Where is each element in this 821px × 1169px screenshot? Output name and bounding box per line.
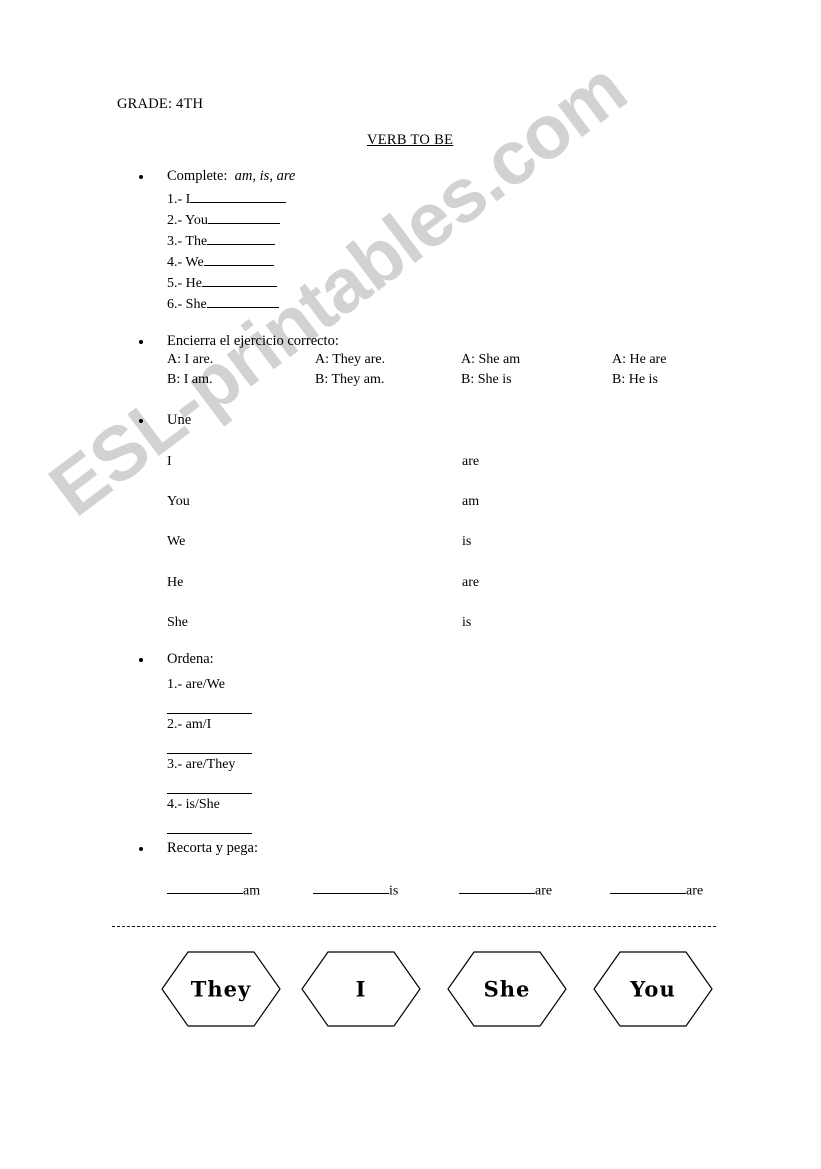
exercise3-left-1[interactable]: I bbox=[167, 454, 172, 470]
exercise2-col1-option-b[interactable]: B: I am. bbox=[167, 372, 213, 388]
exercise3-right-1[interactable]: are bbox=[462, 454, 479, 470]
exercise3-left-3[interactable]: We bbox=[167, 534, 185, 550]
exercise1-item-2-label: 2.- You bbox=[167, 213, 208, 229]
exercise1-item-4-label: 4.- We bbox=[167, 255, 204, 271]
exercise2-col2-option-b[interactable]: B: They am. bbox=[315, 372, 384, 388]
exercise3-right-5[interactable]: is bbox=[462, 615, 471, 631]
exercise5-slot-4[interactable]: are bbox=[610, 880, 703, 899]
exercise5-slot-4-word: are bbox=[686, 883, 704, 899]
exercise3-left-4[interactable]: He bbox=[167, 575, 183, 591]
exercise2-col3-option-b[interactable]: B: She is bbox=[461, 372, 512, 388]
bullet-icon bbox=[139, 657, 143, 662]
exercise1-instruction: Complete: am, is, are bbox=[139, 168, 296, 185]
exercise1-item-5-label: 5.- He bbox=[167, 276, 202, 292]
exercise3-left-5[interactable]: She bbox=[167, 615, 188, 631]
exercise5-slot-1[interactable]: am bbox=[167, 880, 260, 899]
exercise4-item-3: 3.- are/They bbox=[167, 757, 236, 772]
worksheet-page: ESL-printables.com GRADE: 4TH VERB TO BE… bbox=[0, 0, 821, 1169]
exercise3-right-2[interactable]: am bbox=[462, 494, 479, 510]
exercise4-item-2: 2.- am/I bbox=[167, 717, 212, 732]
exercise2-instruction-text: Encierra el ejercicio correcto: bbox=[167, 333, 339, 349]
exercise4-answer-line-1[interactable] bbox=[167, 713, 252, 714]
exercise2-col1-option-a[interactable]: A: I are. bbox=[167, 352, 213, 368]
exercise1-item-5[interactable]: 5.- He bbox=[167, 273, 277, 292]
exercise4-instruction-text: Ordena: bbox=[167, 651, 214, 667]
exercise1-item-4-blank[interactable] bbox=[203, 252, 274, 267]
word-card-4[interactable]: You bbox=[592, 950, 714, 1028]
page-title: VERB TO BE bbox=[367, 132, 454, 148]
exercise1-item-5-blank[interactable] bbox=[202, 273, 277, 288]
exercise3-right-4[interactable]: are bbox=[462, 575, 479, 591]
exercise1-instruction-text: Complete: bbox=[167, 168, 228, 184]
bullet-icon bbox=[139, 339, 143, 344]
word-card-3[interactable]: She bbox=[446, 950, 568, 1028]
word-card-1[interactable]: They bbox=[160, 950, 282, 1028]
exercise3-left-2[interactable]: You bbox=[167, 494, 190, 510]
exercise2-col4-option-b[interactable]: B: He is bbox=[612, 372, 658, 388]
exercise1-item-1[interactable]: 1.- I bbox=[167, 189, 287, 208]
exercise4-answer-line-4[interactable] bbox=[167, 833, 252, 834]
exercise1-item-3-blank[interactable] bbox=[207, 231, 276, 246]
exercise5-slot-3-blank[interactable] bbox=[459, 880, 535, 895]
exercise4-item-1: 1.- are/We bbox=[167, 677, 225, 692]
grade-label: GRADE: 4TH bbox=[117, 96, 204, 112]
exercise5-slot-1-word: am bbox=[243, 883, 261, 899]
exercise2-col3-option-a[interactable]: A: She am bbox=[461, 352, 520, 368]
exercise2-instruction: Encierra el ejercicio correcto: bbox=[139, 333, 339, 350]
cut-line-divider bbox=[112, 926, 716, 927]
exercise5-slot-3-word: are bbox=[535, 883, 553, 899]
exercise1-item-2-blank[interactable] bbox=[207, 210, 280, 225]
exercise1-item-3-label: 3.- The bbox=[167, 234, 208, 250]
exercise5-slot-2-word: is bbox=[389, 883, 399, 899]
exercise4-item-4: 4.- is/She bbox=[167, 797, 220, 812]
exercise1-item-1-blank[interactable] bbox=[190, 189, 287, 204]
exercise5-slot-2-blank[interactable] bbox=[313, 880, 389, 895]
bullet-icon bbox=[139, 174, 143, 179]
exercise5-slot-3[interactable]: are bbox=[459, 880, 552, 899]
exercise5-slot-4-blank[interactable] bbox=[610, 880, 686, 895]
bullet-icon bbox=[139, 846, 143, 851]
exercise1-item-6-label: 6.- She bbox=[167, 297, 207, 313]
exercise3-right-3[interactable]: is bbox=[462, 534, 471, 550]
exercise1-item-6-blank[interactable] bbox=[206, 294, 279, 309]
exercise4-answer-line-3[interactable] bbox=[167, 793, 252, 794]
exercise2-col2-option-a[interactable]: A: They are. bbox=[315, 352, 385, 368]
word-card-3-label: She bbox=[483, 976, 531, 1002]
exercise1-item-3[interactable]: 3.- The bbox=[167, 231, 276, 250]
exercise3-instruction: Une bbox=[139, 412, 192, 429]
exercise2-col4-option-a[interactable]: A: He are bbox=[612, 352, 666, 368]
word-card-4-label: You bbox=[630, 976, 676, 1002]
exercise4-answer-line-2[interactable] bbox=[167, 753, 252, 754]
exercise3-instruction-text: Une bbox=[167, 412, 192, 428]
exercise1-item-1-label: 1.- I bbox=[167, 192, 191, 208]
exercise1-item-6[interactable]: 6.- She bbox=[167, 294, 279, 313]
word-card-2-label: I bbox=[355, 976, 367, 1002]
exercise5-instruction-text: Recorta y pega: bbox=[167, 840, 258, 856]
exercise4-instruction: Ordena: bbox=[139, 651, 214, 668]
exercise5-instruction: Recorta y pega: bbox=[139, 840, 258, 857]
word-card-1-label: They bbox=[190, 976, 252, 1002]
word-card-2[interactable]: I bbox=[300, 950, 422, 1028]
exercise1-instruction-hint: am, is, are bbox=[234, 168, 296, 184]
bullet-icon bbox=[139, 418, 143, 423]
exercise5-slot-1-blank[interactable] bbox=[167, 880, 243, 895]
exercise5-slot-2[interactable]: is bbox=[313, 880, 398, 899]
exercise1-item-4[interactable]: 4.- We bbox=[167, 252, 274, 271]
worksheet-content: GRADE: 4TH VERB TO BE Complete: am, is, … bbox=[0, 0, 821, 1169]
exercise1-item-2[interactable]: 2.- You bbox=[167, 210, 280, 229]
